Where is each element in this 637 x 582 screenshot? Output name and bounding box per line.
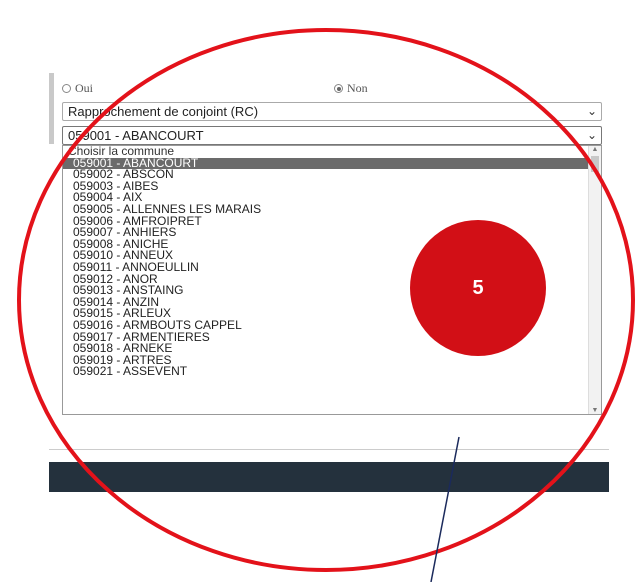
chevron-down-icon: ⌄ (586, 104, 597, 118)
radio-oui-circle[interactable] (62, 84, 71, 93)
annotation-pointer-line (430, 436, 460, 582)
annotation-badge: 5 (410, 220, 546, 356)
annotation-number: 5 (472, 276, 484, 299)
chevron-down-icon: ⌄ (586, 128, 597, 142)
radio-non[interactable]: Non (334, 81, 368, 96)
radio-non-circle[interactable] (334, 84, 343, 93)
commune-select-value: 059001 - ABANCOURT (68, 128, 204, 143)
dropdown-scrollbar[interactable]: ▲ ▼ (588, 146, 601, 414)
scrollbar-thumb[interactable] (591, 156, 599, 172)
scroll-up-icon[interactable]: ▲ (589, 146, 601, 153)
radio-group: Oui Non (62, 80, 602, 98)
radio-oui-label: Oui (75, 81, 93, 95)
scroll-down-icon[interactable]: ▼ (589, 407, 601, 414)
motif-select-value: Rapprochement de conjoint (RC) (68, 104, 259, 119)
commune-option[interactable]: 059021 - ASSEVENT (63, 365, 588, 378)
footer-bar (49, 462, 609, 492)
radio-non-label: Non (347, 81, 368, 95)
motif-select[interactable]: Rapprochement de conjoint (RC) ⌄ (62, 102, 602, 121)
commune-select[interactable]: 059001 - ABANCOURT ⌄ (62, 126, 602, 145)
left-accent-bar (49, 73, 54, 144)
radio-oui[interactable]: Oui (62, 81, 93, 96)
divider (49, 449, 609, 450)
